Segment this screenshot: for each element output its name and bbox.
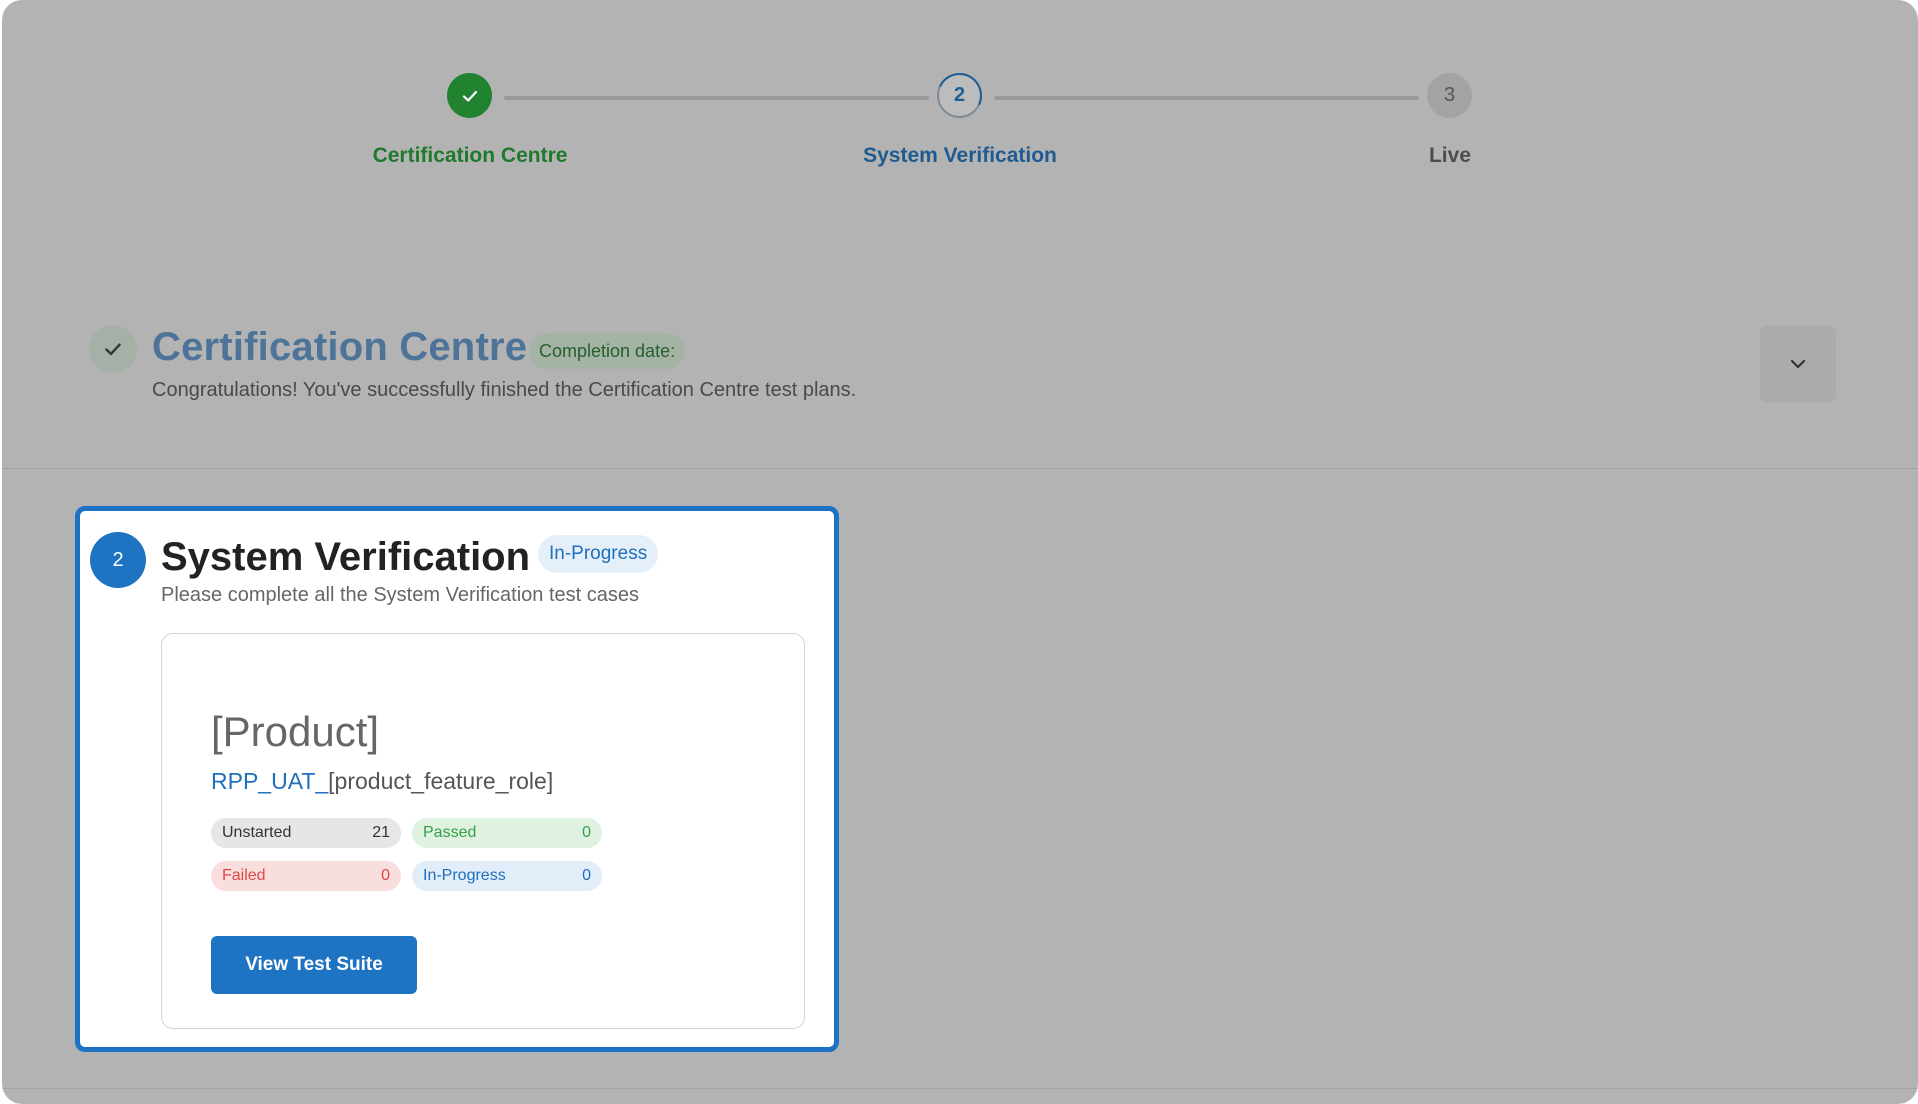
stat-label: Unstarted [222, 824, 292, 841]
system-verification-card: 2 System Verification In-Progress Please… [75, 506, 839, 1052]
stat-count: 0 [582, 824, 591, 841]
chevron-down-icon [1790, 359, 1806, 369]
stat-in-progress: In-Progress 0 [412, 861, 602, 891]
test-suite-card: [Product] RPP_UAT_[product_feature_role]… [161, 633, 805, 1029]
expand-toggle-button[interactable] [1760, 326, 1836, 402]
test-suite-code-suffix: [product_feature_role] [328, 768, 554, 794]
section-divider [2, 1088, 1918, 1089]
stat-label: Passed [423, 824, 477, 841]
step-number-indicator: 2 [930, 66, 989, 125]
progress-stepper: Certification Centre 2 System Verificati… [2, 0, 1918, 200]
step-label: Certification Centre [372, 144, 568, 167]
section-description: Please complete all the System Verificat… [161, 584, 640, 606]
status-badge: In-Progress [538, 535, 659, 573]
step-number-indicator: 3 [1427, 73, 1472, 118]
step-number-badge: 2 [90, 532, 146, 588]
step-complete-indicator [447, 73, 492, 118]
stat-failed: Failed 0 [211, 861, 401, 891]
check-icon [105, 343, 121, 356]
section-description: Congratulations! You've successfully fin… [152, 379, 857, 401]
step-number: 3 [1443, 84, 1456, 106]
test-suite-code-prefix: RPP_UAT_ [211, 768, 329, 794]
section-divider [2, 468, 1918, 469]
stepper-connector [994, 96, 1419, 100]
stat-count: 0 [381, 867, 390, 884]
page-overlay: Certification Centre 2 System Verificati… [2, 0, 1918, 1104]
certification-centre-section: Certification Centre Completion date: Co… [2, 300, 1918, 468]
step-label: Live [1428, 144, 1472, 167]
check-icon [462, 90, 477, 102]
stat-count: 0 [582, 867, 591, 884]
section-title: System Verification [161, 535, 531, 579]
view-test-suite-button[interactable]: View Test Suite [211, 936, 417, 994]
stat-unstarted: Unstarted 21 [211, 818, 401, 848]
stat-passed: Passed 0 [412, 818, 602, 848]
completion-date-badge: Completion date: [529, 333, 686, 369]
step-label: System Verification [863, 144, 1057, 167]
progress-arc-icon [930, 66, 989, 125]
section-title: Certification Centre [152, 325, 528, 369]
stepper-connector [504, 96, 929, 100]
stat-label: Failed [222, 867, 266, 884]
section-complete-indicator [89, 325, 137, 373]
product-name: [Product] [211, 708, 380, 755]
stat-count: 21 [372, 824, 390, 841]
stat-label: In-Progress [423, 867, 506, 884]
test-suite-code: RPP_UAT_[product_feature_role] [211, 768, 553, 795]
